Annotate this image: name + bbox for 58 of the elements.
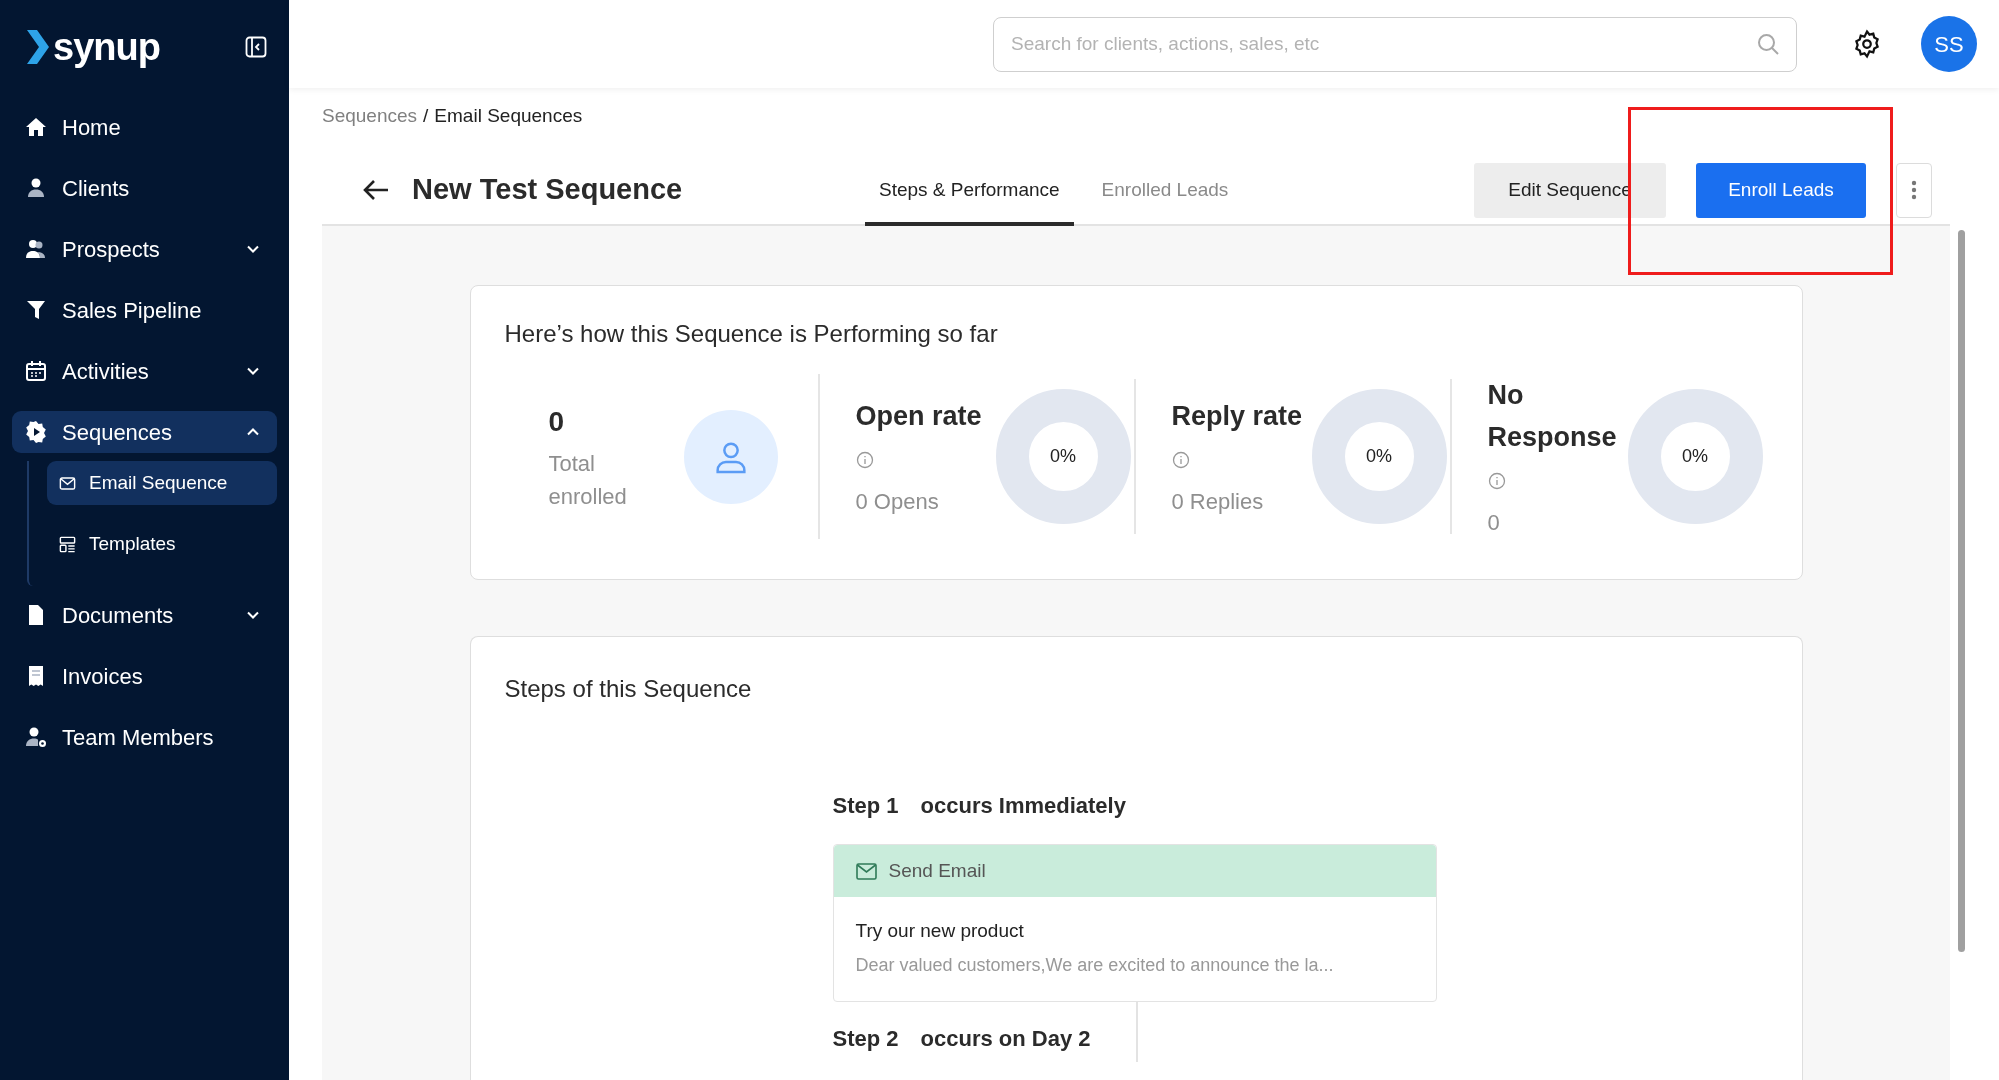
search-field[interactable]: Search for clients, actions, sales, etc (993, 16, 1797, 72)
card-title: Steps of this Sequence (504, 674, 753, 704)
collapse-sidebar-icon[interactable] (245, 36, 267, 58)
sidebar-item[interactable]: Sequences (12, 411, 277, 453)
breadcrumb-current: Email Sequences (434, 103, 583, 128)
sidebar-item[interactable]: Team Members (12, 716, 277, 758)
info-icon (1171, 450, 1190, 469)
kebab-icon (1911, 180, 1917, 200)
step-action: Send Email (888, 858, 986, 883)
sidebar-subitem[interactable]: Templates (47, 522, 277, 566)
metric-count: 0 (1487, 509, 1501, 537)
step-timing: occurs on Day 2 (920, 1024, 1091, 1053)
breadcrumb-link[interactable]: Sequences (322, 101, 418, 130)
donut-percent: 0% (1682, 445, 1708, 468)
metric-title: Open rate (855, 395, 994, 479)
logo-text: synup (53, 28, 160, 66)
info-icon (1487, 471, 1506, 490)
enrolled-label: Total enrolled (548, 449, 627, 511)
scrollbar-thumb[interactable] (1958, 230, 1965, 952)
donut-percent: 0% (1366, 445, 1392, 468)
breadcrumb-separator: / (423, 103, 429, 128)
sidebar-item[interactable]: Clients (12, 167, 277, 209)
user-avatar[interactable]: SS (1921, 16, 1977, 72)
metric-title: No Response (1487, 374, 1626, 500)
page-title: New Test Sequence (412, 172, 683, 208)
step-label: Step 1 (832, 792, 899, 820)
metric-count: 0 Opens (855, 488, 940, 516)
logo-chevron-icon (27, 30, 49, 64)
search-icon (1756, 31, 1780, 56)
sidebar-item[interactable]: Invoices (12, 655, 277, 697)
person-gear-icon (24, 725, 48, 749)
mail-icon (855, 862, 877, 880)
donut-percent: 0% (1050, 445, 1076, 468)
email-preview: Dear valued customers,We are excited to announce the la... (855, 953, 1335, 977)
card-title: Here’s how this Sequence is Performing so far (504, 319, 999, 349)
metric-title: Reply rate (1171, 395, 1310, 479)
sidebar-item[interactable]: Sales Pipeline (12, 289, 277, 331)
calendar-icon (24, 359, 48, 383)
enrolled-count: 0 (548, 404, 566, 439)
sidebar-item[interactable]: Prospects (12, 228, 277, 270)
sidebar-item[interactable]: Home (12, 106, 277, 148)
step-timing: occurs Immediately (920, 792, 1126, 820)
info-icon (855, 450, 874, 469)
template-icon (58, 534, 77, 554)
gear-play-icon (24, 420, 48, 444)
email-subject: Try our new product (855, 919, 1025, 943)
back-arrow-icon[interactable] (362, 178, 390, 202)
settings-icon[interactable] (1852, 29, 1882, 59)
home-icon (24, 115, 48, 139)
people-icon (24, 237, 48, 261)
enroll-button[interactable]: Enroll Leads (1696, 162, 1866, 218)
metric-count: 0 Replies (1171, 488, 1265, 516)
sidebar-subitem[interactable]: Email Sequence (47, 461, 277, 505)
sidebar-item[interactable]: Documents (12, 594, 277, 636)
edit-button[interactable]: Edit Sequence (1474, 162, 1666, 218)
sidebar-item[interactable]: Activities (12, 350, 277, 392)
step-label: Step 2 (832, 1024, 899, 1053)
tab[interactable]: Enrolled Leads (1087, 156, 1243, 226)
